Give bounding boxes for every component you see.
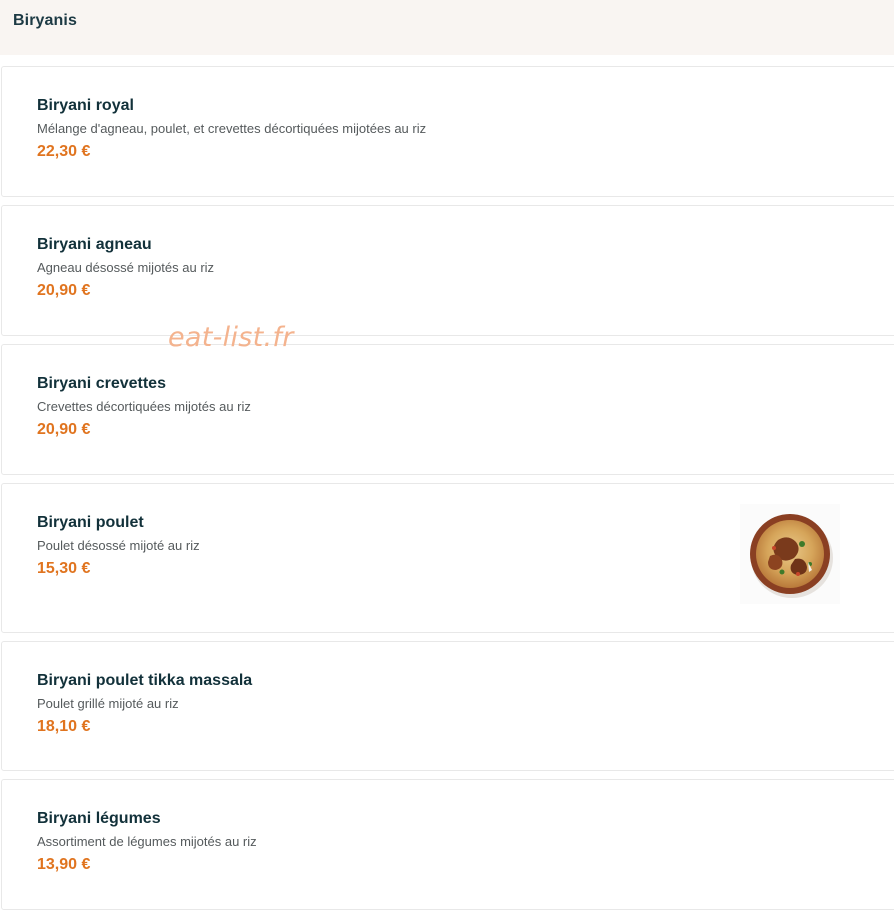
menu-item-name: Biryani royal (37, 97, 134, 114)
menu-item-description: Crevettes décortiquées mijotés au riz (37, 399, 251, 414)
menu-item-price: 20,90 € (37, 421, 91, 438)
menu-item-description: Assortiment de légumes mijotés au riz (37, 834, 257, 849)
menu-item-description: Poulet désossé mijoté au riz (37, 538, 200, 553)
menu-item-name: Biryani poulet tikka massala (37, 672, 253, 689)
menu-item-info: Biryani crevettes Crevettes décortiquées… (37, 374, 780, 440)
menu-item-info: Biryani poulet Poulet désossé mijoté au … (37, 513, 780, 579)
menu-item-description: Agneau désossé mijotés au riz (37, 260, 215, 275)
dish-image[interactable] (740, 504, 840, 604)
menu-item-price: 15,30 € (37, 560, 91, 577)
menu-item-info: Biryani poulet tikka massala Poulet gril… (37, 671, 780, 737)
menu-item-card[interactable]: Biryani crevettes Crevettes décortiquées… (1, 344, 894, 475)
menu-item-name: Biryani crevettes (37, 375, 166, 392)
menu-item-card[interactable]: Biryani royal Mélange d'agneau, poulet, … (1, 66, 894, 197)
menu-item-info: Biryani royal Mélange d'agneau, poulet, … (37, 96, 780, 162)
menu-item-price: 22,30 € (37, 143, 91, 160)
menu-item-card[interactable]: Biryani poulet Poulet désossé mijoté au … (1, 483, 894, 633)
menu-item-card[interactable]: Biryani poulet tikka massala Poulet gril… (1, 641, 894, 771)
menu-item-name: Biryani légumes (37, 810, 161, 827)
menu-item-name: Biryani poulet (37, 514, 144, 531)
menu-item-info: Biryani agneau Agneau désossé mijotés au… (37, 235, 780, 301)
menu-item-price: 18,10 € (37, 718, 91, 735)
menu-item-price: 13,90 € (37, 856, 91, 873)
menu-item-card[interactable]: Biryani légumes Assortiment de légumes m… (1, 779, 894, 910)
menu-item-list: Biryani royal Mélange d'agneau, poulet, … (0, 0, 894, 911)
menu-item-price: 20,90 € (37, 282, 91, 299)
menu-item-description: Poulet grillé mijoté au riz (37, 696, 179, 711)
menu-item-name: Biryani agneau (37, 236, 152, 253)
menu-item-card[interactable]: Biryani agneau Agneau désossé mijotés au… (1, 205, 894, 336)
menu-item-description: Mélange d'agneau, poulet, et crevettes d… (37, 121, 427, 136)
menu-item-info: Biryani légumes Assortiment de légumes m… (37, 809, 780, 875)
